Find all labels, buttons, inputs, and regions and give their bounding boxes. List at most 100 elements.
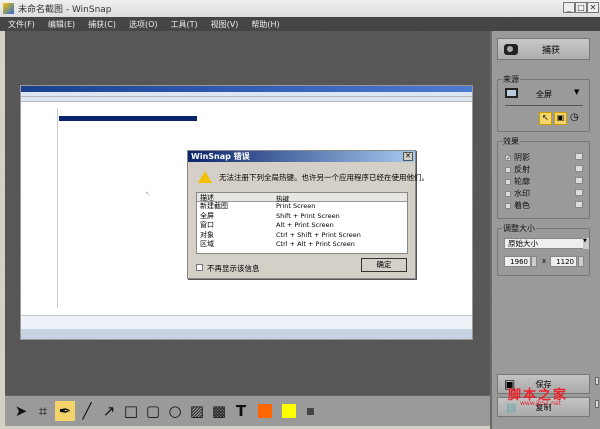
row-desc: 对象 (200, 230, 214, 239)
effect-settings-icon[interactable] (575, 153, 583, 160)
width-spinner[interactable] (531, 256, 537, 267)
window-title: 未命名截图 - WinSnap (18, 5, 112, 15)
error-dialog: WinSnap 错误 ✕ 无法注册下列全局热键。也许另一个应用程序已经在使用他们… (187, 150, 429, 279)
arrow-tool-icon[interactable]: ↗ (99, 401, 119, 421)
effect-label: 轮廓 (514, 177, 530, 186)
monitor-icon (505, 88, 518, 98)
checkbox-checked-icon[interactable]: ✓ (505, 154, 511, 161)
ellipse-tool-icon[interactable]: ○ (165, 401, 185, 421)
column-hotkey[interactable]: 热键 (274, 193, 407, 203)
width-input[interactable]: 1960 (504, 256, 531, 267)
menu-capture[interactable]: 捕获(C) (88, 19, 116, 30)
title-bar: 未命名截图 - WinSnap _ □ ✕ (0, 0, 600, 17)
height-input[interactable]: 1120 (550, 256, 577, 267)
row-hotkey: Ctrl + Alt + Print Screen (276, 240, 355, 248)
side-panel: 捕获 来源 全屏 ▼ ↖ ▣ ◷ 效果 ✓ 阴影 反射 轮廓 水印 着色 调整大小… (490, 31, 600, 429)
checkbox-icon[interactable] (505, 202, 511, 209)
effect-tint[interactable]: 着色 (505, 200, 530, 211)
dialog-close-button[interactable]: ✕ (403, 152, 413, 161)
menu-tools[interactable]: 工具(T) (171, 19, 198, 30)
maximize-button[interactable]: □ (575, 2, 587, 13)
effect-outline[interactable]: 轮廓 (505, 176, 530, 187)
line-tool-icon[interactable]: ╱ (77, 401, 97, 421)
resize-label: 调整大小 (502, 223, 536, 234)
ok-button[interactable]: 确定 (361, 258, 407, 272)
chevron-down-icon[interactable]: ▼ (583, 238, 589, 249)
row-hotkey: Alt + Print Screen (276, 221, 334, 229)
warning-icon (198, 171, 212, 183)
menu-file[interactable]: 文件(F) (8, 19, 35, 30)
checkbox-icon[interactable] (505, 178, 511, 185)
hatch-tool-icon[interactable]: ▨ (187, 401, 207, 421)
primary-color-swatch[interactable] (258, 404, 272, 418)
pen-tool-icon[interactable]: ✒ (55, 401, 75, 421)
times-label: x (542, 257, 547, 265)
menu-view[interactable]: 视图(V) (211, 19, 239, 30)
row-desc: 窗口 (200, 221, 214, 229)
chevron-down-icon[interactable]: ▼ (574, 88, 579, 96)
secondary-color-swatch[interactable] (282, 404, 296, 418)
checkbox-icon[interactable] (505, 166, 511, 173)
row-hotkey: Ctrl + Shift + Print Screen (276, 230, 361, 239)
timer-icon[interactable]: ◷ (570, 112, 579, 123)
list-row[interactable]: 区域 Ctrl + Alt + Print Screen (197, 240, 407, 250)
effect-label: 反射 (514, 165, 530, 174)
dialog-title-text: WinSnap 错误 (191, 152, 250, 161)
row-desc: 区域 (200, 240, 214, 248)
cursor-icon: ↖ (145, 190, 151, 198)
dont-show-checkbox[interactable] (196, 264, 203, 271)
minimize-button[interactable]: _ (563, 2, 575, 13)
row-hotkey: Print Screen (276, 202, 316, 210)
hotkey-list: 描述 热键 新建截图 Print Screen 全屏 Shift + Print S… (196, 192, 408, 254)
text-tool-icon[interactable]: T (231, 401, 251, 421)
screenshot-taskbar (21, 329, 472, 339)
camera-icon (504, 43, 518, 55)
menu-help[interactable]: 帮助(H) (251, 19, 279, 30)
effect-reflection[interactable]: 反射 (505, 164, 530, 175)
save-options-handle[interactable] (595, 377, 599, 385)
column-description[interactable]: 描述 (197, 193, 274, 202)
crop-tool-icon[interactable]: ⌗ (33, 401, 53, 421)
effect-label: 阴影 (514, 153, 530, 162)
menu-bar: 文件(F) 编辑(E) 捕获(C) 选项(O) 工具(T) 视图(V) 帮助(H… (0, 17, 600, 31)
effect-label: 着色 (514, 201, 530, 210)
list-row[interactable]: 窗口 Alt + Print Screen (197, 221, 407, 231)
drawing-toolbar: ➤ ⌗ ✒ ╱ ↗ □ ▢ ○ ▨ ▩ T (5, 395, 490, 426)
list-row[interactable]: 全屏 Shift + Print Screen (197, 212, 407, 222)
effect-settings-icon[interactable] (575, 201, 583, 208)
resize-mode-select[interactable]: 原始大小 (504, 238, 584, 249)
copy-options-handle[interactable] (595, 400, 599, 408)
effect-shadow[interactable]: ✓ 阴影 (505, 152, 530, 163)
capture-button[interactable]: 捕获 (497, 38, 590, 60)
divider (505, 105, 583, 106)
select-tool-icon[interactable]: ➤ (11, 401, 31, 421)
effect-settings-icon[interactable] (575, 189, 583, 196)
effects-label: 效果 (502, 136, 520, 147)
pixelate-tool-icon[interactable]: ▩ (209, 401, 229, 421)
screenshot-selected-file (59, 116, 197, 121)
window-toggle-icon[interactable]: ▣ (554, 112, 567, 125)
effect-settings-icon[interactable] (575, 177, 583, 184)
list-row[interactable]: 对象 Ctrl + Shift + Print Screen (197, 231, 407, 241)
effect-watermark[interactable]: 水印 (505, 188, 530, 199)
list-row[interactable]: 新建截图 Print Screen (197, 202, 407, 212)
height-spinner[interactable] (578, 256, 584, 267)
rounded-rectangle-tool-icon[interactable]: ▢ (143, 401, 163, 421)
close-button[interactable]: ✕ (587, 2, 599, 13)
row-desc: 全屏 (200, 211, 214, 220)
rectangle-tool-icon[interactable]: □ (121, 401, 141, 421)
effect-label: 水印 (514, 189, 530, 198)
source-mode[interactable]: 全屏 (536, 89, 552, 100)
screenshot-toolbar (21, 97, 472, 102)
line-width-icon[interactable] (307, 407, 314, 415)
effects-group: 效果 ✓ 阴影 反射 轮廓 水印 着色 (497, 136, 590, 219)
effect-settings-icon[interactable] (575, 165, 583, 172)
menu-edit[interactable]: 编辑(E) (48, 19, 75, 30)
screenshot-status (21, 315, 472, 329)
checkbox-icon[interactable] (505, 190, 511, 197)
pointer-toggle-icon[interactable]: ↖ (539, 112, 552, 125)
dialog-message: 无法注册下列全局热键。也许另一个应用程序已经在使用他们。 (219, 173, 429, 182)
menu-options[interactable]: 选项(O) (129, 19, 158, 30)
screenshot-nav-pane (21, 108, 58, 308)
watermark-url: www.jb51.net (520, 400, 561, 407)
